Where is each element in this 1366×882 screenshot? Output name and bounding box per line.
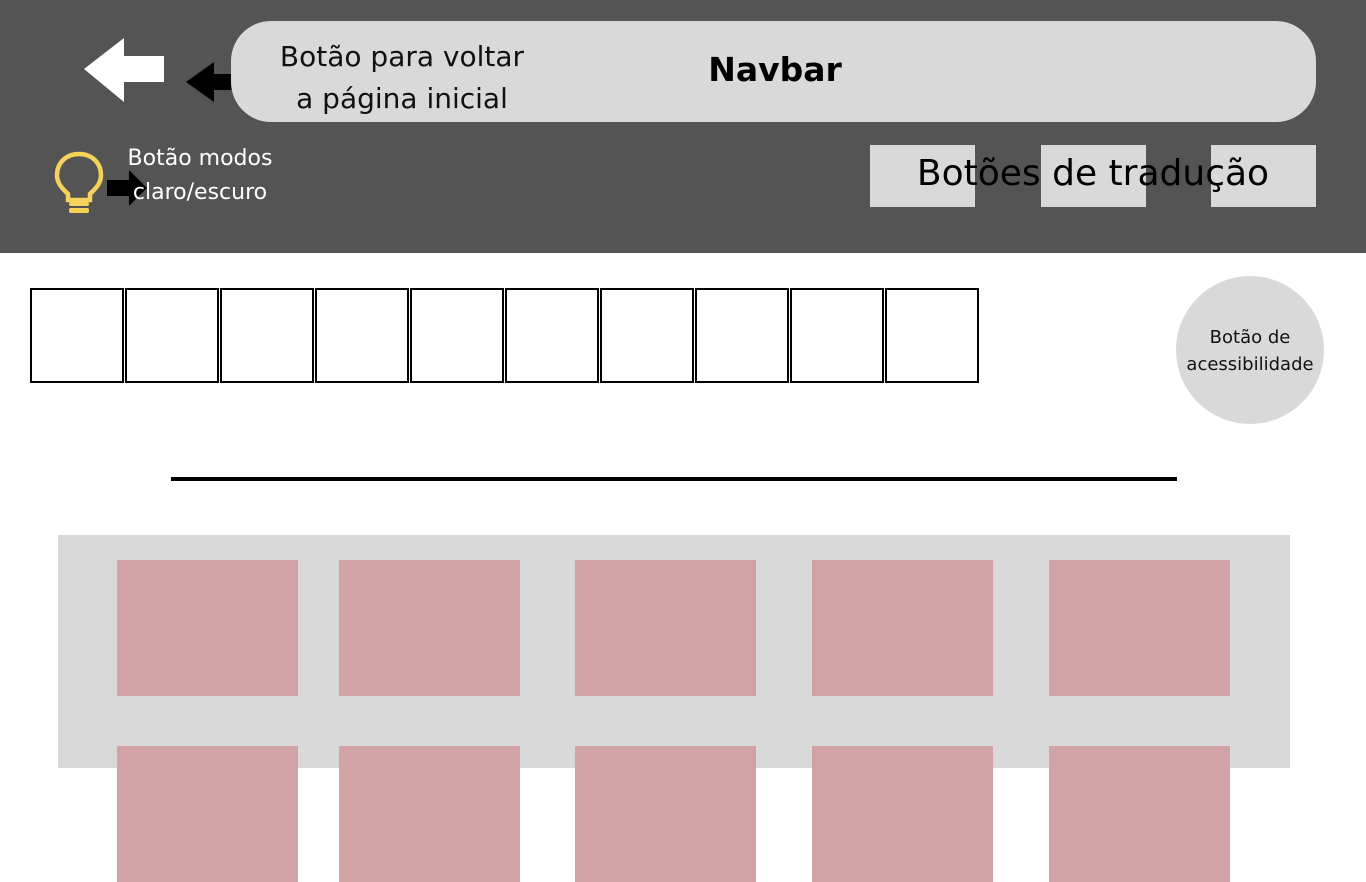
lightbulb-icon[interactable] [54, 150, 104, 214]
header: Botão para voltar a página inicial Navba… [0, 0, 1366, 253]
grid-card[interactable] [575, 746, 756, 882]
theme-toggle-note: Botão modos claro/escuro [127, 146, 273, 205]
back-button-note: Botão para voltar a página inicial [279, 40, 525, 115]
input-box[interactable] [600, 288, 694, 383]
arrow-left-icon[interactable] [84, 38, 166, 102]
card-grid [58, 535, 1290, 882]
input-box[interactable] [30, 288, 124, 383]
input-box[interactable] [315, 288, 409, 383]
input-box[interactable] [125, 288, 219, 383]
translation-buttons-label: Botões de tradução [916, 153, 1270, 194]
grid-card[interactable] [812, 746, 993, 882]
grid-card[interactable] [812, 560, 993, 696]
box-row [30, 288, 979, 384]
grid-card[interactable] [339, 746, 520, 882]
accessibility-button[interactable]: Botão de acessibilidade [1176, 276, 1324, 424]
input-box[interactable] [695, 288, 789, 383]
input-box[interactable] [505, 288, 599, 383]
input-box[interactable] [410, 288, 504, 383]
input-box[interactable] [885, 288, 979, 383]
navbar-title: Navbar [708, 50, 842, 89]
input-box[interactable] [790, 288, 884, 383]
divider [171, 477, 1177, 481]
grid-card[interactable] [117, 746, 298, 882]
input-box[interactable] [220, 288, 314, 383]
grid-card[interactable] [575, 560, 756, 696]
grid-card[interactable] [1049, 560, 1230, 696]
accessibility-button-label: Botão de acessibilidade [1186, 327, 1314, 375]
grid-card[interactable] [339, 560, 520, 696]
grid-card[interactable] [117, 560, 298, 696]
grid-card[interactable] [1049, 746, 1230, 882]
